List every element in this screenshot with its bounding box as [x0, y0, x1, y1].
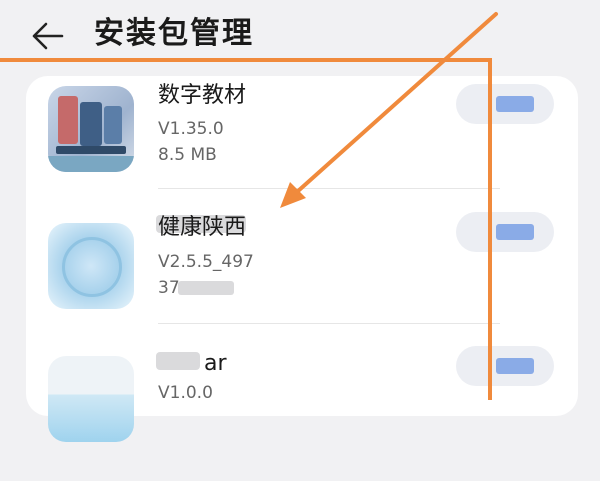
install-toggle[interactable]: [456, 84, 554, 124]
list-item[interactable]: ar V1.0.0: [26, 346, 578, 481]
toggle-knob: [496, 224, 534, 240]
list-item[interactable]: 数字教材 V1.35.0 8.5 MB: [26, 76, 578, 211]
app-version: V2.5.5_497: [158, 252, 254, 272]
app-size: 8.5 MB: [158, 145, 217, 165]
row-divider: [158, 188, 500, 189]
book-shape: [58, 96, 78, 144]
app-name: 数字教材: [158, 83, 247, 108]
toggle-knob: [496, 96, 534, 112]
back-arrow-icon: [32, 22, 64, 50]
app-name: 健康陕西: [158, 215, 247, 240]
list-item[interactable]: 健康陕西 V2.5.5_497 37: [26, 211, 578, 346]
page-title: 安装包管理: [94, 16, 254, 51]
app-icon: [48, 356, 134, 442]
book-shape: [104, 106, 122, 144]
app-name: ar: [204, 351, 227, 376]
blurred-text: [156, 352, 200, 370]
app-version: V1.35.0: [158, 119, 224, 139]
top-bar: 安装包管理: [0, 0, 600, 72]
app-icon: [48, 223, 134, 309]
app-version: V1.0.0: [158, 383, 213, 403]
app-icon: [48, 86, 134, 172]
package-list: 数字教材 V1.35.0 8.5 MB 健康陕西 V2.5.5_497 37 a…: [26, 76, 578, 442]
toggle-knob: [496, 358, 534, 374]
back-button[interactable]: [24, 18, 68, 54]
install-toggle[interactable]: [456, 346, 554, 386]
icon-ring: [62, 237, 122, 297]
row-divider: [158, 323, 500, 324]
book-shape: [80, 102, 102, 146]
app-size: 37: [158, 278, 180, 298]
blurred-text: [178, 281, 234, 295]
icon-base: [48, 156, 134, 172]
shelf-shape: [56, 146, 126, 154]
install-toggle[interactable]: [456, 212, 554, 252]
